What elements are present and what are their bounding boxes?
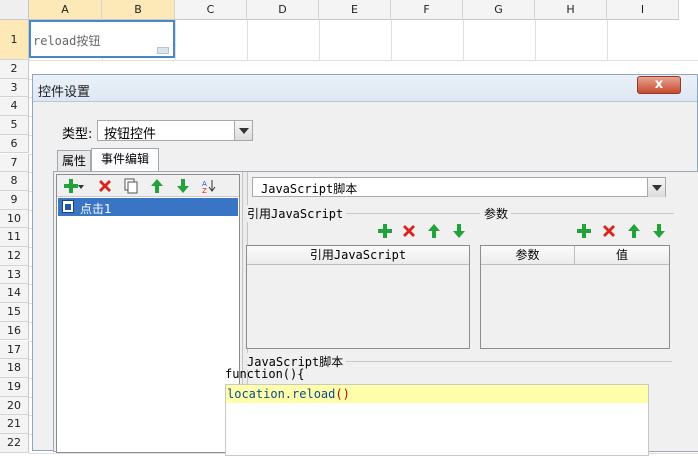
script-file-icon	[62, 200, 74, 213]
code-body: location.reload	[227, 387, 336, 401]
row-header-10[interactable]: 10	[0, 209, 29, 229]
script-editor[interactable]: function(){ location.reload()	[225, 367, 651, 456]
row-header-22[interactable]: 22	[0, 434, 29, 453]
type-select[interactable]: 按钮控件	[97, 120, 253, 142]
code-textarea[interactable]: location.reload()	[225, 384, 649, 456]
widget-settings-dialog: 控件设置 x 类型: 按钮控件 属性 事件编辑 AZ 点击1 JavaScrip…	[32, 74, 698, 456]
row-header-7[interactable]: 7	[0, 153, 29, 173]
select-all-corner[interactable]	[0, 0, 29, 20]
row-header-18[interactable]: 18	[0, 359, 29, 378]
tab-event-editing[interactable]: 事件编辑	[91, 148, 159, 172]
ref-js-group-label: 引用JavaScript	[247, 205, 347, 222]
grid-line	[463, 20, 464, 60]
event-list-item[interactable]: 点击1	[58, 198, 238, 216]
value-column-header[interactable]: 值	[574, 246, 669, 265]
row-header-17[interactable]: 17	[0, 340, 29, 360]
type-select-value: 按钮控件	[104, 127, 157, 142]
code-first-line: function(){	[225, 367, 305, 381]
column-header-g[interactable]: G	[463, 0, 535, 20]
script-type-select[interactable]: JavaScript脚本	[252, 177, 666, 197]
row-header-4[interactable]: 4	[0, 97, 29, 117]
grid-line	[29, 60, 698, 61]
row-header-2[interactable]: 2	[0, 60, 29, 79]
delete-icon[interactable]	[97, 178, 113, 194]
cell-a1[interactable]: reload按钮	[29, 20, 175, 58]
row-header-12[interactable]: 12	[0, 247, 29, 266]
column-header-c[interactable]: C	[175, 0, 247, 20]
delete-icon[interactable]	[401, 223, 417, 239]
params-group-label: 参数	[482, 205, 512, 222]
row-header-5[interactable]: 5	[0, 116, 29, 135]
close-button[interactable]: x	[637, 76, 681, 94]
chevron-down-icon[interactable]	[647, 178, 665, 197]
add-icon[interactable]	[377, 223, 393, 239]
cell-a1-text: reload按钮	[33, 34, 101, 48]
grid-line	[535, 20, 536, 60]
row-header-8[interactable]: 8	[0, 172, 29, 191]
row-header-13[interactable]: 13	[0, 265, 29, 285]
column-header-d[interactable]: D	[247, 0, 319, 20]
chevron-down-icon[interactable]	[77, 178, 85, 194]
column-header-i[interactable]: I	[607, 0, 679, 20]
grid-line	[247, 20, 248, 60]
row-header-20[interactable]: 20	[0, 396, 29, 416]
column-header-b[interactable]: B	[102, 0, 175, 20]
column-header-a[interactable]: A	[29, 0, 102, 20]
dialog-title: 控件设置	[38, 85, 91, 100]
code-parens: ()	[335, 387, 350, 401]
dialog-titlebar[interactable]: 控件设置 x	[33, 75, 697, 102]
row-header-15[interactable]: 15	[0, 303, 29, 322]
sort-az-icon[interactable]: AZ	[201, 178, 217, 194]
row-header-1[interactable]: 1	[0, 20, 29, 60]
ref-js-column-header[interactable]: 引用JavaScript	[247, 246, 469, 265]
cell-widget-marker-icon	[157, 47, 169, 54]
column-header-e[interactable]: E	[319, 0, 391, 20]
row-header-16[interactable]: 16	[0, 321, 29, 341]
svg-text:Z: Z	[202, 187, 207, 194]
event-list-panel: AZ 点击1	[56, 174, 240, 453]
move-up-icon[interactable]	[149, 178, 165, 194]
ref-js-table[interactable]: 引用JavaScript	[246, 245, 470, 349]
row-header-21[interactable]: 21	[0, 415, 29, 434]
type-label: 类型:	[62, 127, 93, 142]
grid-line	[391, 20, 392, 60]
row-header-6[interactable]: 6	[0, 134, 29, 154]
row-header-19[interactable]: 19	[0, 377, 29, 397]
move-up-icon[interactable]	[626, 223, 642, 239]
param-column-header[interactable]: 参数	[481, 246, 574, 265]
row-header-14[interactable]: 14	[0, 284, 29, 304]
event-list-item-label: 点击1	[80, 202, 112, 216]
code-current-line[interactable]: location.reload()	[226, 385, 648, 403]
tab-properties[interactable]: 属性	[57, 150, 91, 172]
params-table[interactable]: 参数 值	[480, 245, 670, 349]
move-down-icon[interactable]	[451, 223, 467, 239]
move-down-icon[interactable]	[651, 223, 667, 239]
copy-icon[interactable]	[123, 178, 139, 194]
move-down-icon[interactable]	[175, 178, 191, 194]
add-icon[interactable]	[576, 223, 592, 239]
row-header-11[interactable]: 11	[0, 228, 29, 247]
row-header-9[interactable]: 9	[0, 190, 29, 210]
grid-line	[319, 20, 320, 60]
script-type-value: JavaScript脚本	[261, 182, 358, 196]
grid-line	[175, 20, 176, 60]
row-header-3[interactable]: 3	[0, 78, 29, 98]
column-header-h[interactable]: H	[535, 0, 607, 20]
move-up-icon[interactable]	[426, 223, 442, 239]
delete-icon[interactable]	[601, 223, 617, 239]
event-list-toolbar: AZ	[57, 175, 239, 197]
params-group-line	[484, 213, 674, 214]
column-header-f[interactable]: F	[391, 0, 463, 20]
chevron-down-icon[interactable]	[234, 121, 252, 140]
grid-line	[607, 20, 608, 60]
